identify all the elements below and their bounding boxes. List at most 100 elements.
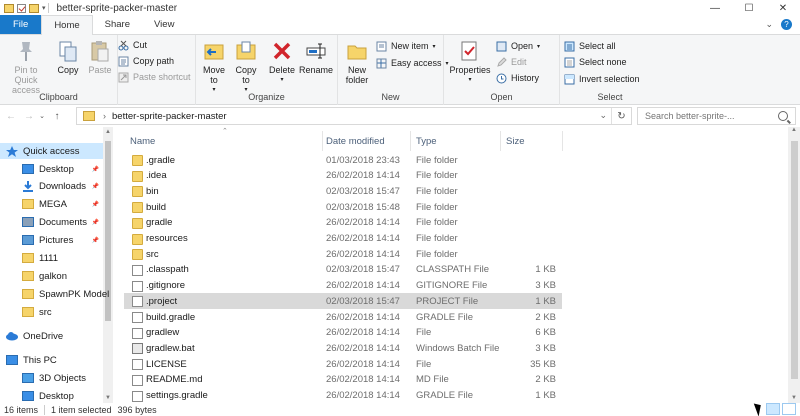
chevron-down-icon[interactable]: ⌄ <box>599 110 607 121</box>
up-button[interactable]: ↑ <box>50 109 64 123</box>
sidebar-item[interactable]: MEGA 📌 <box>0 196 103 212</box>
address-bar[interactable]: › better-sprite-packer-master ⌄ ↻ <box>76 107 632 125</box>
divider[interactable] <box>410 131 411 151</box>
file-size: 3 KB <box>535 342 556 354</box>
table-row[interactable]: README.md 26/02/2018 14:14 MD File 2 KB <box>124 372 562 388</box>
table-row[interactable]: settings.gradle 26/02/2018 14:14 GRADLE Fi… <box>124 388 562 404</box>
table-row[interactable]: .gitignore 26/02/2018 14:14 GITIGNORE File… <box>124 278 562 294</box>
copy-path-button[interactable]: Copy path <box>118 54 174 68</box>
column-name[interactable]: Name <box>130 131 155 151</box>
select-none-button[interactable]: Select none <box>564 55 627 69</box>
tab-home[interactable]: Home <box>41 15 93 35</box>
close-button[interactable]: ✕ <box>766 0 800 16</box>
edit-button[interactable]: Edit <box>496 55 527 69</box>
scroll-down-icon[interactable]: ▼ <box>788 395 800 401</box>
table-row[interactable]: .project 02/03/2018 15:47 PROJECT File 1 KB <box>124 293 562 310</box>
breadcrumb[interactable]: better-sprite-packer-master <box>112 111 227 122</box>
recent-locations-icon[interactable]: ⌄ <box>38 109 46 123</box>
table-row[interactable]: gradle 26/02/2018 14:14 File folder <box>124 215 562 231</box>
column-type[interactable]: Type <box>416 131 437 151</box>
table-row[interactable]: gradlew.bat 26/02/2018 14:14 Windows Batch… <box>124 340 562 356</box>
breadcrumb-separator-icon[interactable]: › <box>103 111 106 121</box>
table-row[interactable]: bin 02/03/2018 15:47 File folder <box>124 183 562 199</box>
new-folder-icon[interactable] <box>29 3 39 13</box>
sidebar-item[interactable]: Pictures 📌 <box>0 232 103 248</box>
delete-button[interactable]: Delete ▾ <box>268 39 296 85</box>
file-size: 1 KB <box>535 390 556 401</box>
pin-quick-access-button[interactable]: Pin to Quick access <box>2 39 50 95</box>
file-list-scrollbar[interactable]: ▲ ▼ <box>788 127 800 403</box>
open-button[interactable]: Open ▾ <box>496 39 540 53</box>
forward-button[interactable]: → <box>22 109 36 123</box>
minimize-button[interactable]: — <box>698 0 732 16</box>
nav-scrollbar[interactable]: ▲ ▼ <box>103 127 113 403</box>
sidebar-item[interactable]: 1111 <box>0 250 103 266</box>
select-all-button[interactable]: Select all <box>564 39 616 53</box>
table-row[interactable]: .classpath 02/03/2018 15:47 CLASSPATH File… <box>124 262 562 278</box>
table-row[interactable]: .idea 26/02/2018 14:14 File folder <box>124 168 562 184</box>
search-input[interactable] <box>638 111 778 121</box>
sidebar-item[interactable]: SpawnPK Model <box>0 286 109 302</box>
cut-button[interactable]: Cut <box>118 38 147 52</box>
customize-toolbar-icon[interactable]: ▾ <box>42 4 46 12</box>
sidebar-item[interactable]: Quick access <box>0 143 103 159</box>
divider[interactable] <box>562 131 563 151</box>
clipboard-group: Pin to Quick access Copy Paste Clipboard <box>0 35 118 105</box>
properties-check-icon[interactable] <box>17 3 26 13</box>
cube-icon <box>22 373 34 383</box>
back-button[interactable]: ← <box>4 109 18 123</box>
new-item-button[interactable]: New item ▾ <box>376 39 436 53</box>
file-size: 2 KB <box>535 374 556 386</box>
table-row[interactable]: src 26/02/2018 14:14 File folder <box>124 246 562 262</box>
search-box[interactable] <box>637 107 796 125</box>
sidebar-item[interactable]: 3D Objects <box>0 370 103 386</box>
paste-button[interactable]: Paste <box>86 39 114 75</box>
properties-button[interactable]: Properties ▾ <box>449 39 491 85</box>
sidebar-item[interactable]: OneDrive <box>0 328 103 344</box>
scroll-up-icon[interactable]: ▲ <box>788 127 800 133</box>
move-to-button[interactable]: Move to ▾ <box>200 39 228 95</box>
scroll-thumb[interactable] <box>791 141 798 379</box>
paste-shortcut-button[interactable]: Paste shortcut <box>118 70 191 84</box>
file-name: LICENSE <box>146 358 187 370</box>
sidebar-item[interactable]: galkon <box>0 268 103 284</box>
computer-icon <box>6 355 18 365</box>
scroll-down-icon[interactable]: ▼ <box>103 395 113 401</box>
sidebar-item[interactable]: Desktop 📌 <box>0 161 103 177</box>
invert-selection-button[interactable]: Invert selection <box>564 72 640 86</box>
sidebar-item[interactable]: Downloads 📌 <box>0 178 103 194</box>
sidebar-item[interactable]: Desktop <box>0 388 103 403</box>
details-view-icon[interactable] <box>766 403 780 415</box>
new-folder-button[interactable]: New folder <box>342 39 372 85</box>
maximize-button[interactable]: ☐ <box>732 0 766 16</box>
large-icons-view-icon[interactable] <box>782 403 796 415</box>
sidebar-item[interactable]: Documents 📌 <box>0 214 103 230</box>
table-row[interactable]: .gradle 01/03/2018 23:43 File folder <box>124 152 562 168</box>
table-row[interactable]: build 02/03/2018 15:48 File folder <box>124 199 562 215</box>
tab-share[interactable]: Share <box>93 15 142 34</box>
column-date-modified[interactable]: Date modified <box>326 131 385 151</box>
sidebar-item[interactable]: src <box>0 304 103 320</box>
history-button[interactable]: History <box>496 71 539 85</box>
table-row[interactable]: LICENSE 26/02/2018 14:14 File 35 KB <box>124 356 562 372</box>
file-size: 3 KB <box>535 280 556 292</box>
column-size[interactable]: Size <box>506 131 524 151</box>
star-icon <box>6 146 18 157</box>
copy-button[interactable]: Copy <box>54 39 82 75</box>
tab-view[interactable]: View <box>142 15 186 34</box>
sidebar-item[interactable]: This PC <box>0 352 103 368</box>
table-row[interactable]: build.gradle 26/02/2018 14:14 GRADLE File 2… <box>124 309 562 325</box>
tab-file[interactable]: File <box>0 15 42 34</box>
help-icon[interactable]: ? <box>781 19 792 30</box>
expand-ribbon-icon[interactable]: ⌄ <box>765 19 773 30</box>
file-type: PROJECT File <box>416 295 479 307</box>
scroll-up-icon[interactable]: ▲ <box>103 129 113 135</box>
divider[interactable] <box>500 131 501 151</box>
copy-to-button[interactable]: Copy to ▾ <box>232 39 260 95</box>
table-row[interactable]: gradlew 26/02/2018 14:14 File 6 KB <box>124 325 562 341</box>
rename-button[interactable]: Rename <box>298 39 334 75</box>
refresh-button[interactable]: ↻ <box>611 108 631 124</box>
easy-access-button[interactable]: Easy access ▾ <box>376 56 449 70</box>
table-row[interactable]: resources 26/02/2018 14:14 File folder <box>124 231 562 247</box>
divider[interactable] <box>322 131 323 151</box>
